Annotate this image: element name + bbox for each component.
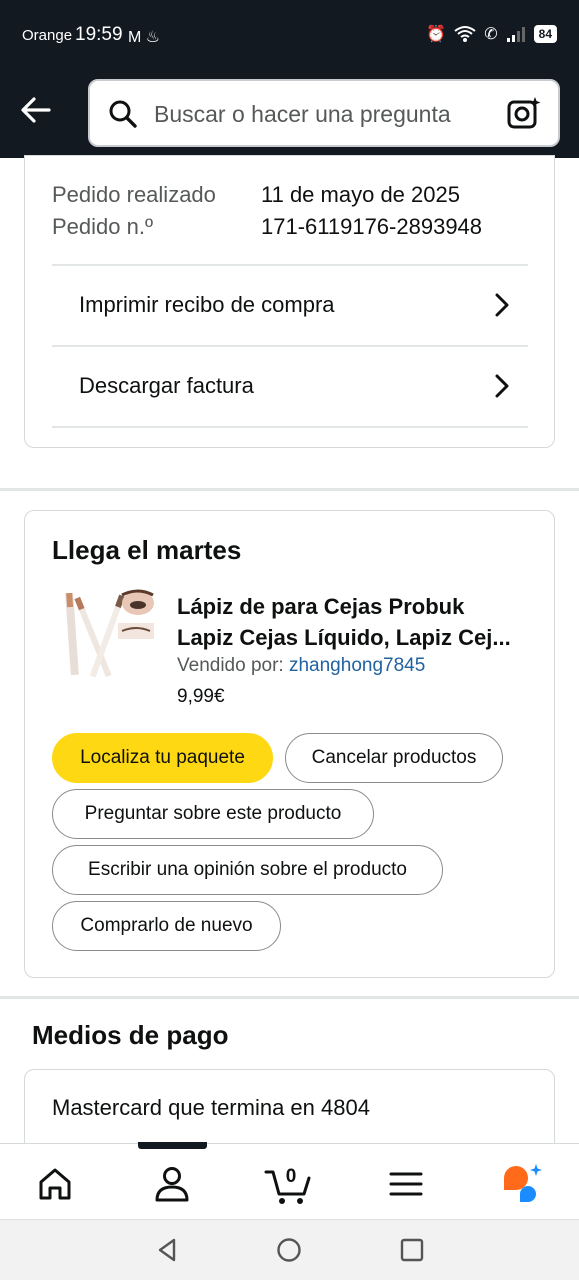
rufus-icon[interactable] bbox=[500, 1162, 544, 1206]
cancel-items-button[interactable]: Cancelar productos bbox=[285, 733, 503, 783]
order-date-value: 11 de mayo de 2025 bbox=[261, 182, 460, 207]
divider bbox=[52, 426, 528, 428]
back-arrow-icon[interactable] bbox=[18, 92, 54, 128]
write-review-button[interactable]: Escribir una opinión sobre el producto bbox=[52, 845, 443, 895]
product-title-line1: Lápiz de para Cejas Probuk bbox=[177, 594, 465, 619]
signal-icon bbox=[506, 27, 525, 42]
order-number-label: Pedido n.º bbox=[52, 214, 153, 239]
buy-again-button[interactable]: Comprarlo de nuevo bbox=[52, 901, 281, 951]
chevron-right-icon bbox=[495, 374, 509, 398]
search-placeholder: Buscar o hacer una pregunta bbox=[154, 101, 451, 127]
print-receipt-link[interactable]: Imprimir recibo de compra bbox=[52, 266, 528, 346]
status-bar: Orange 19:59 M ♨ ⏰ ✆ 84 bbox=[0, 0, 579, 76]
system-home-icon[interactable] bbox=[275, 1236, 303, 1264]
product-title-line2: Lapiz Cejas Líquido, Lapiz Cej... bbox=[177, 625, 511, 650]
product-title[interactable]: Lápiz de para Cejas Probuk Lapiz Cejas L… bbox=[177, 591, 537, 653]
seller-info: Vendido por: zhanghong7845 bbox=[177, 655, 425, 677]
section-separator bbox=[0, 488, 579, 491]
wifi-icon bbox=[454, 26, 476, 42]
cart-count: 0 bbox=[286, 1166, 297, 1187]
notification-icons: M ♨ bbox=[128, 29, 161, 46]
shipment-card: Llega el martes Lápiz de para Cejas Prob… bbox=[24, 510, 555, 978]
system-navigation-bar bbox=[0, 1219, 579, 1280]
clock: 19:59 bbox=[75, 24, 123, 45]
seller-link[interactable]: zhanghong7845 bbox=[289, 655, 425, 676]
search-icon bbox=[109, 100, 137, 128]
payment-method-text: Mastercard que termina en 4804 bbox=[52, 1095, 370, 1120]
download-invoice-link[interactable]: Descargar factura bbox=[52, 347, 528, 427]
track-package-button[interactable]: Localiza tu paquete bbox=[52, 733, 273, 783]
order-number-value: 171-6119176-2893948 bbox=[261, 214, 483, 239]
active-tab-indicator bbox=[138, 1142, 207, 1149]
download-invoice-label: Descargar factura bbox=[79, 373, 254, 398]
app-header: Buscar o hacer una pregunta bbox=[0, 76, 579, 158]
battery-icon: 84 bbox=[533, 25, 557, 43]
product-thumbnail[interactable] bbox=[52, 587, 154, 681]
alarm-icon: ⏰ bbox=[426, 26, 447, 43]
camera-search-icon[interactable] bbox=[506, 95, 542, 131]
call-icon: ✆ bbox=[484, 26, 498, 43]
order-summary-card: Pedido realizado 11 de mayo de 2025 Pedi… bbox=[24, 155, 555, 448]
carrier-label: Orange bbox=[22, 27, 73, 44]
order-date-label: Pedido realizado bbox=[52, 182, 216, 207]
cart-icon[interactable]: 0 bbox=[264, 1162, 312, 1206]
section-separator bbox=[0, 996, 579, 999]
seller-label: Vendido por: bbox=[177, 655, 284, 676]
bottom-navigation: 0 bbox=[0, 1142, 579, 1219]
payment-section-title: Medios de pago bbox=[32, 1020, 229, 1050]
ask-product-question-button[interactable]: Preguntar sobre este producto bbox=[52, 789, 374, 839]
print-receipt-label: Imprimir recibo de compra bbox=[79, 292, 335, 317]
system-back-icon[interactable] bbox=[154, 1236, 182, 1264]
system-indicators: ⏰ ✆ 84 bbox=[426, 24, 557, 44]
home-icon[interactable] bbox=[33, 1162, 77, 1206]
chevron-right-icon bbox=[495, 293, 509, 317]
menu-icon[interactable] bbox=[384, 1162, 428, 1206]
arrival-heading: Llega el martes bbox=[52, 535, 242, 565]
product-price: 9,99€ bbox=[177, 686, 225, 707]
system-recents-icon[interactable] bbox=[398, 1236, 426, 1264]
search-bar[interactable]: Buscar o hacer una pregunta bbox=[88, 79, 560, 147]
account-icon[interactable] bbox=[150, 1162, 194, 1206]
